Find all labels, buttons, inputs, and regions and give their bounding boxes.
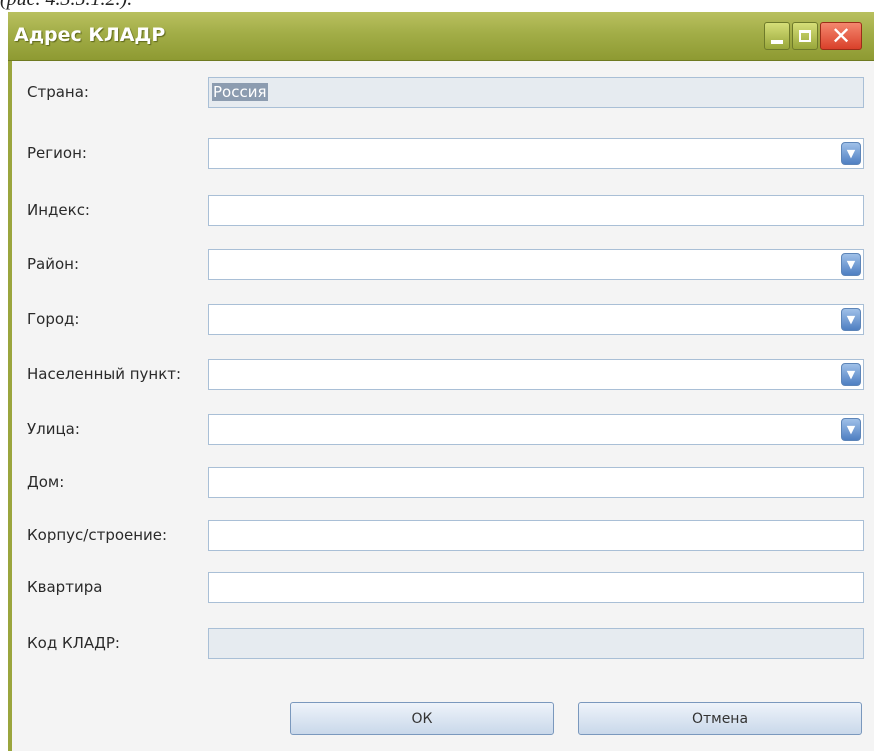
minimize-icon xyxy=(771,40,783,44)
chevron-down-icon[interactable]: ▼ xyxy=(841,308,861,331)
document-snippet: (рис. 4.3.5.1.2.). xyxy=(0,0,132,11)
kladr_code-input xyxy=(208,628,864,659)
ok-button[interactable]: ОК xyxy=(290,702,554,735)
district-select[interactable]: ▼ xyxy=(208,249,864,280)
field-row-region: Регион: ▼ xyxy=(12,136,874,172)
house-input[interactable] xyxy=(208,467,864,498)
address-form: Страна: Россия Регион: ▼ Индекс: Район: ▼ Город… xyxy=(8,61,874,751)
field-label-index: Индекс: xyxy=(27,201,90,219)
chevron-down-icon[interactable]: ▼ xyxy=(841,418,861,441)
minimize-button[interactable] xyxy=(764,22,790,50)
field-row-building: Корпус/строение: xyxy=(12,518,874,554)
close-icon: ✕ xyxy=(830,22,852,50)
field-row-city: Город: ▼ xyxy=(12,302,874,338)
chevron-down-icon[interactable]: ▼ xyxy=(841,142,861,165)
chevron-down-icon[interactable]: ▼ xyxy=(841,253,861,276)
window-title: Адрес КЛАДР xyxy=(14,24,166,46)
field-label-district: Район: xyxy=(27,255,80,273)
field-row-house: Дом: xyxy=(12,465,874,501)
apartment-input[interactable] xyxy=(208,572,864,603)
title-bar[interactable]: Адрес КЛАДР ✕ xyxy=(8,12,874,61)
field-label-city: Город: xyxy=(27,310,80,328)
field-label-building: Корпус/строение: xyxy=(27,526,168,544)
field-row-street: Улица: ▼ xyxy=(12,412,874,448)
maximize-button[interactable] xyxy=(792,22,818,50)
field-row-country: Страна: Россия xyxy=(12,75,874,111)
city-select[interactable]: ▼ xyxy=(208,304,864,335)
field-label-region: Регион: xyxy=(27,144,87,162)
kladr-address-dialog: Адрес КЛАДР ✕ Страна: Россия Регион: ▼ Индек… xyxy=(8,12,874,751)
cancel-button[interactable]: Отмена xyxy=(578,702,862,735)
field-label-house: Дом: xyxy=(27,473,65,491)
field-row-district: Район: ▼ xyxy=(12,247,874,283)
field-row-kladr_code: Код КЛАДР: xyxy=(12,626,874,662)
field-label-country: Страна: xyxy=(27,83,89,101)
building-input[interactable] xyxy=(208,520,864,551)
close-button[interactable]: ✕ xyxy=(820,22,862,50)
index-input[interactable] xyxy=(208,195,864,226)
field-label-apartment: Квартира xyxy=(27,578,103,596)
field-row-settlement: Населенный пункт: ▼ xyxy=(12,357,874,393)
field-label-street: Улица: xyxy=(27,420,80,438)
field-label-settlement: Населенный пункт: xyxy=(27,365,182,383)
field-value-country: Россия xyxy=(212,83,268,101)
region-select[interactable]: ▼ xyxy=(208,138,864,169)
field-row-index: Индекс: xyxy=(12,193,874,229)
street-select[interactable]: ▼ xyxy=(208,414,864,445)
settlement-select[interactable]: ▼ xyxy=(208,359,864,390)
field-label-kladr_code: Код КЛАДР: xyxy=(27,634,120,652)
country-input: Россия xyxy=(208,77,864,108)
field-row-apartment: Квартира xyxy=(12,570,874,606)
maximize-icon xyxy=(799,30,811,42)
chevron-down-icon[interactable]: ▼ xyxy=(841,363,861,386)
